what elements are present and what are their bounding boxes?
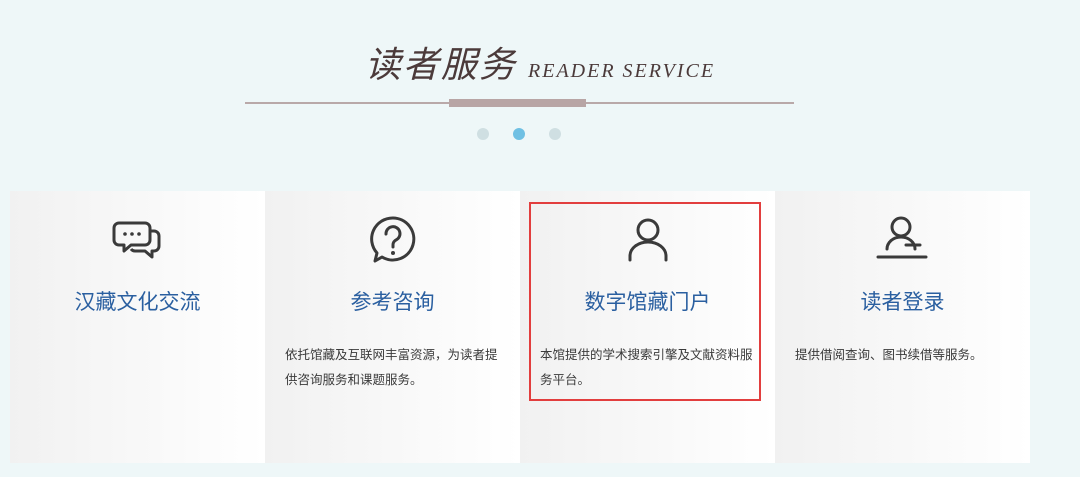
service-cards: 汉藏文化交流 参考咨询 依托馆藏及互联网丰富资源，为读者提供咨询服务和课题服务。… xyxy=(10,191,1030,463)
card-description: 提供借阅查询、图书续借等服务。 xyxy=(795,347,983,362)
service-card-reader-login[interactable]: 读者登录 提供借阅查询、图书续借等服务。 xyxy=(775,191,1030,463)
service-card-reference-consulting[interactable]: 参考咨询 依托馆藏及互联网丰富资源，为读者提供咨询服务和课题服务。 xyxy=(265,191,520,463)
section-heading: 读者服务 READER SERVICE xyxy=(0,36,1080,88)
section-title-en: READER SERVICE xyxy=(528,60,716,82)
section-title-zh: 读者服务 xyxy=(364,45,517,86)
service-card-digital-collection-portal[interactable]: 数字馆藏门户 本馆提供的学术搜索引擎及文献资料服务平台。 xyxy=(520,191,775,463)
card-title: 参考咨询 xyxy=(350,290,435,314)
card-title: 汉藏文化交流 xyxy=(74,290,201,314)
chat-bubbles-icon xyxy=(10,213,265,267)
card-title: 读者登录 xyxy=(860,290,945,314)
reader-login-icon xyxy=(775,213,1030,267)
card-description: 本馆提供的学术搜索引擎及文献资料服务平台。 xyxy=(540,347,753,387)
title-divider-accent xyxy=(449,99,586,107)
user-icon xyxy=(520,213,775,267)
carousel-dot-2[interactable] xyxy=(513,128,525,140)
card-title: 数字馆藏门户 xyxy=(584,290,711,314)
question-bubble-icon xyxy=(265,213,520,267)
carousel-dot-3[interactable] xyxy=(549,128,561,140)
card-description: 依托馆藏及互联网丰富资源，为读者提供咨询服务和课题服务。 xyxy=(285,347,498,387)
carousel-dot-1[interactable] xyxy=(477,128,489,140)
service-card-culture-exchange[interactable]: 汉藏文化交流 xyxy=(10,191,265,463)
